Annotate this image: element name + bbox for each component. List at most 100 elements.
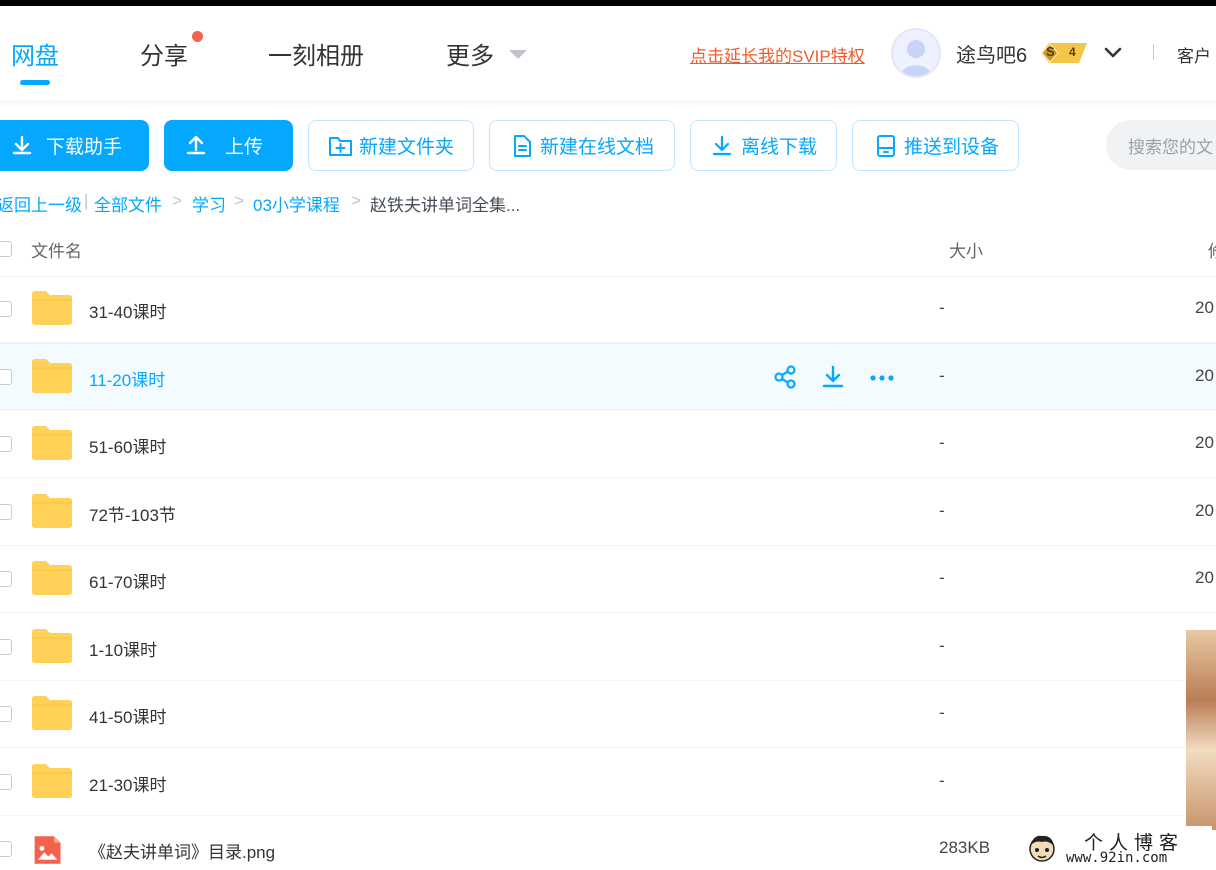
breadcrumb-separator: > — [234, 191, 244, 210]
tab-share[interactable]: 分享 — [140, 36, 188, 71]
table-row[interactable]: 1-10课时 - — [0, 614, 1216, 681]
offline-download-label: 离线下载 — [741, 137, 818, 158]
notification-dot — [192, 31, 203, 42]
search-placeholder: 搜索您的文 — [1128, 138, 1213, 157]
download-icon[interactable] — [821, 364, 845, 390]
breadcrumb-study[interactable]: 学习 — [192, 191, 226, 216]
download-helper-button[interactable]: 下载助手 — [0, 120, 149, 171]
more-actions-icon[interactable] — [869, 364, 894, 390]
table-row[interactable]: 21-30课时 - — [0, 749, 1216, 816]
avatar[interactable] — [891, 28, 941, 78]
file-name[interactable]: 1-10课时 — [89, 636, 157, 661]
image-file-icon — [34, 836, 61, 864]
file-name[interactable]: 72节-103节 — [89, 501, 176, 526]
row-checkbox[interactable] — [0, 571, 12, 587]
watermark-url: www.92in.com — [1066, 850, 1168, 866]
push-to-device-label: 推送到设备 — [904, 137, 1000, 158]
folder-icon — [32, 764, 72, 798]
download-icon — [12, 135, 32, 154]
folder-icon — [32, 561, 72, 595]
table-row[interactable]: 61-70课时 - 20 — [0, 546, 1216, 613]
row-checkbox[interactable] — [0, 436, 12, 452]
file-name[interactable]: 41-50课时 — [89, 703, 166, 728]
file-name[interactable]: 51-60课时 — [89, 433, 166, 458]
breadcrumb-back[interactable]: 返回上一级 — [0, 191, 82, 216]
badge-letter: S — [1046, 44, 1055, 59]
breadcrumb-all-files[interactable]: 全部文件 — [94, 191, 162, 216]
folder-icon — [32, 494, 72, 528]
offline-download-button[interactable]: 离线下载 — [690, 120, 837, 171]
file-size: - — [939, 433, 945, 452]
file-size: - — [939, 501, 945, 520]
row-checkbox[interactable] — [0, 504, 12, 520]
top-header: 网盘 分享 一刻相册 更多 点击延长我的SVIP特权 途鸟吧6 S 4 客户 — [0, 6, 1216, 100]
file-date: 20 — [1195, 366, 1214, 385]
tab-more[interactable]: 更多 — [446, 36, 494, 71]
tab-album[interactable]: 一刻相册 — [268, 36, 364, 71]
avatar-user-icon — [900, 40, 932, 76]
upload-button[interactable]: 上传 — [164, 120, 293, 171]
row-checkbox[interactable] — [0, 841, 12, 857]
file-name[interactable]: 11-20课时 — [89, 366, 165, 391]
column-size-header[interactable]: 大小 — [949, 237, 983, 262]
file-date: 20 — [1195, 568, 1214, 587]
client-download-link[interactable]: 客户 — [1177, 42, 1211, 67]
file-name[interactable]: 31-40课时 — [89, 298, 166, 323]
column-modified-header[interactable]: 修 — [1208, 237, 1216, 262]
table-row[interactable]: 31-40课时 - 20 — [0, 276, 1216, 343]
breadcrumb-course[interactable]: 03小学课程 — [253, 191, 340, 216]
upload-label: 上传 — [225, 137, 264, 158]
share-icon[interactable] — [773, 364, 797, 390]
file-name[interactable]: 《赵夫讲单词》目录.png — [89, 838, 275, 863]
more-caret-icon[interactable] — [509, 50, 527, 59]
header-divider — [1153, 44, 1154, 60]
badge-level: 4 — [1069, 45, 1076, 59]
watermark: 个人博客 www.92in.com — [1022, 826, 1212, 870]
row-checkbox[interactable] — [0, 301, 12, 317]
side-image-thumbnail[interactable] — [1184, 630, 1216, 830]
breadcrumb-current: 赵铁夫讲单词全集... — [370, 196, 521, 215]
file-size: - — [939, 298, 945, 317]
table-row[interactable]: 51-60课时 - 20 — [0, 411, 1216, 478]
file-size: - — [939, 771, 945, 790]
file-date: 20 — [1195, 433, 1214, 452]
svip-renew-link[interactable]: 点击延长我的SVIP特权 — [690, 42, 865, 67]
table-row[interactable]: 41-50课时 - — [0, 681, 1216, 748]
new-folder-button[interactable]: 新建文件夹 — [308, 120, 474, 171]
row-checkbox[interactable] — [0, 774, 12, 790]
file-size: - — [939, 568, 945, 587]
column-name-header[interactable]: 文件名 — [31, 237, 82, 262]
new-online-doc-button[interactable]: 新建在线文档 — [489, 120, 675, 171]
breadcrumb-separator: > — [351, 191, 361, 210]
svip-level-badge: S 4 — [1039, 41, 1091, 65]
upload-icon — [186, 135, 206, 154]
chevron-down-icon[interactable] — [1103, 43, 1123, 63]
breadcrumb-divider: | — [84, 191, 89, 210]
file-name[interactable]: 21-30课时 — [89, 771, 166, 796]
row-checkbox[interactable] — [0, 639, 12, 655]
table-row[interactable]: 11-20课时 - 20 — [0, 343, 1216, 410]
file-size: 283KB — [939, 838, 991, 857]
username[interactable]: 途鸟吧6 — [956, 39, 1027, 68]
row-actions — [773, 364, 894, 390]
file-name[interactable]: 61-70课时 — [89, 568, 166, 593]
tab-netdisk[interactable]: 网盘 — [11, 36, 59, 71]
document-icon — [514, 134, 531, 157]
folder-icon — [32, 696, 72, 730]
cartoon-face-icon — [1029, 835, 1055, 862]
select-all-checkbox[interactable] — [0, 241, 12, 257]
download-helper-label: 下载助手 — [46, 137, 123, 158]
folder-icon — [32, 359, 72, 393]
row-checkbox[interactable] — [0, 706, 12, 722]
table-row[interactable]: 72节-103节 - 20 — [0, 479, 1216, 546]
file-date: 20 — [1195, 298, 1214, 317]
offline-download-icon — [712, 135, 732, 155]
row-checkbox[interactable] — [0, 369, 12, 385]
folder-icon — [32, 291, 72, 325]
folder-icon — [32, 629, 72, 663]
search-input[interactable]: 搜索您的文 — [1106, 120, 1216, 170]
push-to-device-button[interactable]: 推送到设备 — [852, 120, 1019, 171]
file-size: - — [939, 366, 945, 385]
file-size: - — [939, 636, 945, 655]
breadcrumb-separator: > — [172, 191, 182, 210]
